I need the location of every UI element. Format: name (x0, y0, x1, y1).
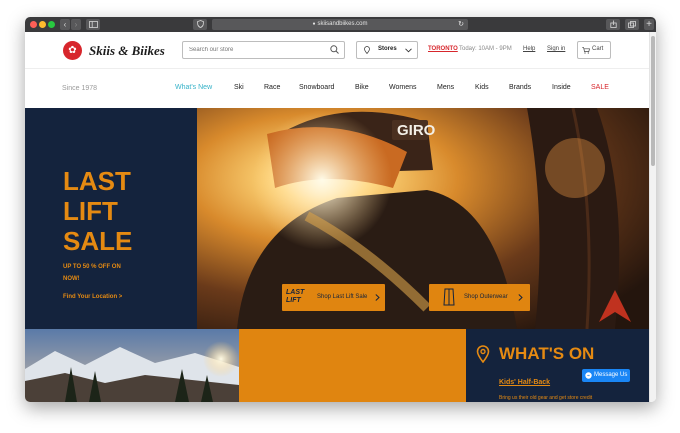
hero-title-line: LAST (63, 166, 131, 196)
hero-text-panel: LAST LIFT SALE UP TO 50 % OFF ON NOW! Fi… (25, 108, 197, 329)
page-scrollbar[interactable] (649, 32, 656, 402)
sidebar-toggle-button[interactable] (86, 19, 100, 30)
store-city-link[interactable]: TORONTO (428, 46, 458, 52)
shop-outerwear-button[interactable]: Shop Outerwear (429, 284, 530, 311)
chevron-right-icon (375, 294, 380, 301)
minimize-window-button[interactable] (39, 21, 46, 28)
location-pin-icon (476, 345, 490, 363)
promo-label: Shop Last Lift Sale (317, 294, 368, 300)
nav-item-whats-new[interactable]: What's New (175, 84, 212, 91)
share-button[interactable] (606, 19, 620, 30)
plus-icon[interactable]: + (644, 19, 654, 30)
search-icon[interactable] (330, 45, 339, 54)
kids-half-back-link[interactable]: Kids' Half-Back (499, 379, 550, 386)
jacket-icon (443, 288, 455, 306)
hero-title-line: SALE (63, 226, 133, 256)
since-label: Since 1978 (62, 85, 98, 92)
browser-window: ‹ › ● skiisandbiikes.com ↻ + ✿ Skiis & Bi… (25, 17, 656, 402)
messenger-icon (585, 372, 592, 379)
tabs-overview-button[interactable] (625, 19, 639, 30)
helmet-brand-text: GIRO (397, 122, 436, 139)
tabs-icon (628, 21, 636, 28)
cart-icon (582, 47, 590, 54)
scrollbar-thumb[interactable] (651, 36, 655, 166)
maple-leaf-logo-icon[interactable]: ✿ (63, 41, 82, 60)
nav-item-sale[interactable]: SALE (591, 84, 609, 91)
url-text: skiisandbiikes.com (317, 21, 368, 27)
nav-item-bike[interactable]: Bike (355, 84, 369, 91)
back-button[interactable]: ‹ (60, 19, 70, 30)
nav-item-race[interactable]: Race (264, 84, 280, 91)
nav-item-snowboard[interactable]: Snowboard (299, 84, 334, 91)
cart-button[interactable]: Cart (577, 41, 611, 59)
chevron-down-icon (405, 48, 412, 53)
nav-item-kids[interactable]: Kids (475, 84, 489, 91)
forward-button[interactable]: › (71, 19, 81, 30)
reload-icon[interactable]: ↻ (458, 19, 464, 30)
stores-label: Stores (378, 46, 397, 52)
stores-dropdown[interactable]: Stores (356, 41, 418, 59)
nav-item-womens[interactable]: Womens (389, 84, 417, 91)
message-us-label: Message Us (594, 372, 628, 378)
shop-last-lift-sale-button[interactable]: LAST LIFT Shop Last Lift Sale (282, 284, 385, 311)
hero-skier-photo: GIRO (197, 108, 649, 329)
skier-illustration: GIRO (197, 108, 649, 329)
sign-in-link[interactable]: Sign in (547, 46, 565, 52)
site-header: ✿ Skiis & Biikes Stores TORONTO Today: 1… (25, 32, 649, 68)
whats-on-panel (466, 329, 649, 402)
nav-item-brands[interactable]: Brands (509, 84, 531, 91)
nav-item-inside[interactable]: Inside (552, 84, 571, 91)
close-window-button[interactable] (30, 21, 37, 28)
share-icon (609, 20, 617, 28)
sidebar-icon (88, 21, 98, 28)
main-nav: Since 1978 What's New Ski Race Snowboard… (25, 68, 649, 108)
privacy-report-button[interactable] (193, 19, 207, 30)
shield-icon (196, 20, 204, 28)
hero-title-line: LIFT (63, 196, 118, 226)
lock-icon: ● (312, 21, 316, 27)
search-input[interactable] (182, 41, 345, 59)
last-lift-logo: LAST LIFT (286, 289, 305, 304)
nav-item-mens[interactable]: Mens (437, 84, 454, 91)
hero-banner: LAST LIFT SALE UP TO 50 % OFF ON NOW! Fi… (25, 108, 649, 329)
lower-section (25, 329, 649, 402)
find-location-link[interactable]: Find Your Location > (63, 294, 122, 300)
chevron-right-icon (518, 294, 523, 301)
brand-logo[interactable]: Skiis & Biikes (89, 43, 165, 59)
zoom-window-button[interactable] (48, 21, 55, 28)
mountain-illustration (25, 329, 239, 402)
hero-subtitle: UP TO 50 % OFF ON NOW! (63, 264, 121, 282)
location-pin-icon (364, 46, 370, 54)
message-us-button[interactable]: Message Us (582, 369, 630, 382)
address-bar[interactable]: ● skiisandbiikes.com ↻ (212, 19, 468, 30)
mountain-sunset-photo (25, 329, 239, 402)
orange-panel (239, 329, 466, 402)
whats-on-heading: WHAT'S ON (499, 344, 595, 363)
promo-label: Shop Outerwear (464, 294, 508, 300)
browser-toolbar: ‹ › ● skiisandbiikes.com ↻ + (25, 17, 656, 32)
store-hours: Today: 10AM - 9PM (459, 46, 512, 52)
help-link[interactable]: Help (523, 46, 535, 52)
kids-half-back-description: Bring us their old gear and get store cr… (499, 395, 593, 401)
nav-item-ski[interactable]: Ski (234, 84, 244, 91)
hero-title: LAST LIFT SALE (63, 166, 132, 256)
cart-label: Cart (592, 46, 604, 52)
